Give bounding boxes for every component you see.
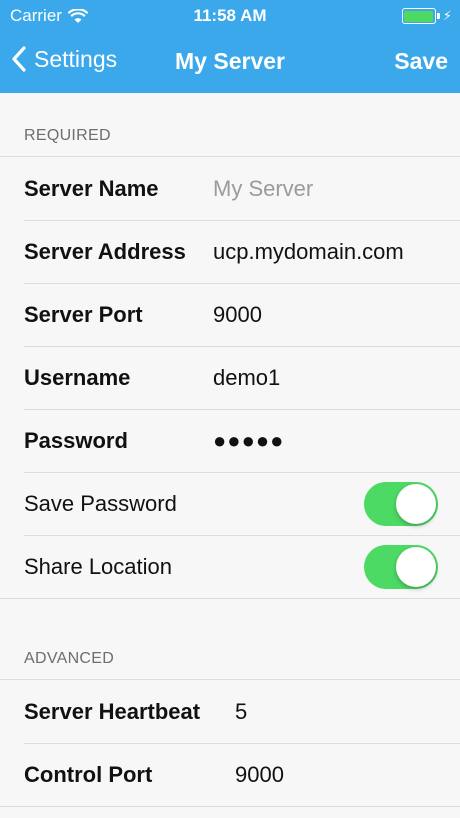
- save-password-row: Save Password: [0, 472, 460, 535]
- server-heartbeat-label: Server Heartbeat: [24, 698, 201, 724]
- server-name-input[interactable]: My Server: [213, 176, 313, 202]
- charging-bolt-icon: ⚡: [442, 8, 452, 23]
- nav-bar: Settings My Server Save: [0, 32, 460, 93]
- section-header-advanced: ADVANCED: [24, 650, 115, 667]
- control-port-label: Control Port: [24, 761, 153, 787]
- share-location-label: Share Location: [24, 553, 172, 579]
- battery-tip: [436, 13, 440, 19]
- status-bar: Carrier 11:58 AM ⚡: [0, 0, 460, 32]
- control-port-row[interactable]: Control Port 9000: [0, 743, 460, 806]
- server-port-input[interactable]: 9000: [213, 302, 262, 328]
- battery-body: [401, 8, 436, 24]
- password-label: Password: [24, 427, 128, 453]
- save-button[interactable]: Save: [394, 48, 448, 75]
- username-label: Username: [24, 364, 131, 390]
- server-heartbeat-input[interactable]: 5: [235, 699, 247, 725]
- server-port-row[interactable]: Server Port 9000: [0, 283, 460, 346]
- control-port-input[interactable]: 9000: [235, 762, 284, 788]
- required-group: Server Name My Server Server Address ucp…: [0, 156, 460, 599]
- toggle-knob: [396, 484, 436, 524]
- section-header-required: REQUIRED: [24, 127, 111, 144]
- username-row[interactable]: Username demo1: [0, 346, 460, 409]
- server-address-row[interactable]: Server Address ucp.mydomain.com: [0, 220, 460, 283]
- toggle-knob: [396, 547, 436, 587]
- share-location-toggle[interactable]: [364, 545, 438, 589]
- status-time: 11:58 AM: [193, 6, 267, 25]
- save-password-label: Save Password: [24, 490, 177, 516]
- header: Carrier 11:58 AM ⚡ Settings My Server Sa…: [0, 0, 460, 93]
- password-input[interactable]: ●●●●●: [213, 428, 284, 454]
- password-row[interactable]: Password ●●●●●: [0, 409, 460, 472]
- server-heartbeat-row[interactable]: Server Heartbeat 5: [0, 680, 460, 743]
- username-input[interactable]: demo1: [213, 365, 280, 391]
- save-password-toggle[interactable]: [364, 482, 438, 526]
- share-location-row: Share Location: [0, 535, 460, 598]
- battery-fill: [404, 10, 434, 22]
- page-title: My Server: [175, 48, 285, 74]
- server-port-label: Server Port: [24, 301, 143, 327]
- server-address-input[interactable]: ucp.mydomain.com: [213, 239, 404, 265]
- server-name-label: Server Name: [24, 175, 159, 201]
- advanced-group: Server Heartbeat 5 Control Port 9000: [0, 679, 460, 807]
- server-address-label: Server Address: [24, 238, 186, 264]
- server-name-row[interactable]: Server Name My Server: [0, 157, 460, 220]
- battery-icon: ⚡: [401, 8, 452, 24]
